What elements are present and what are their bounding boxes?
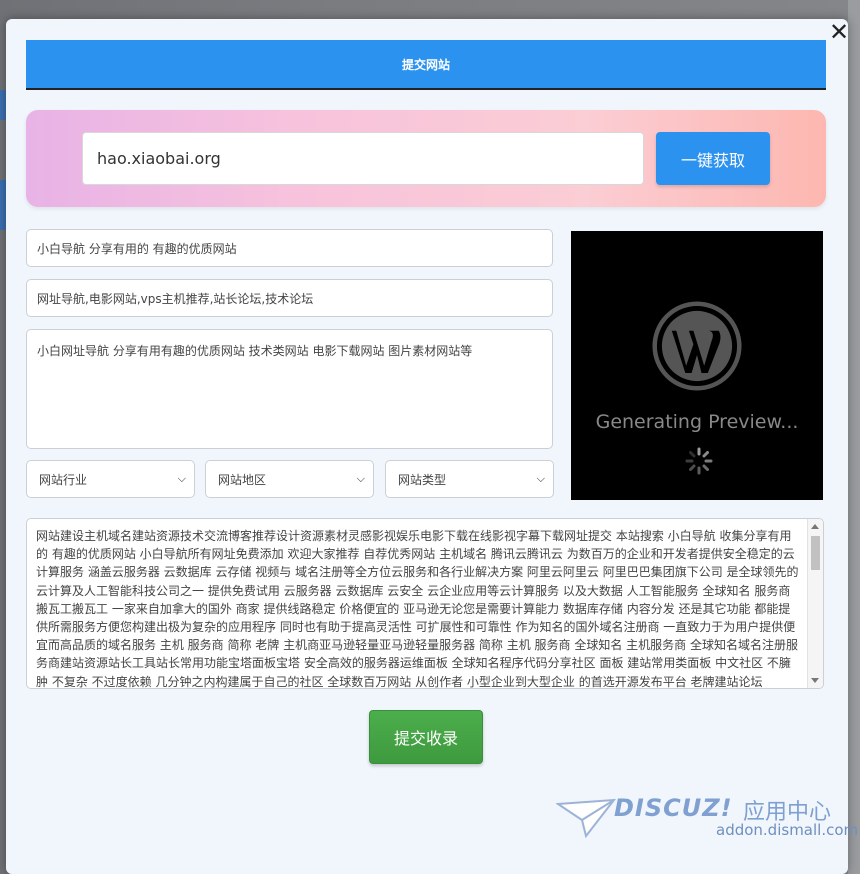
description-field[interactable]: 小白网址导航 分享有用有趣的优质网站 技术类网站 电影下载网站 图片素材网站等 <box>26 329 553 449</box>
submit-site-dialog: ✕ 提交网站 一键获取 小白网址导航 分享有用有趣的优质网站 技术类网站 电影下… <box>6 19 850 874</box>
content-text: 网站建设主机域名建站资源技术交流博客推荐设计资源素材灵感影视娱乐电影下载在线影视… <box>36 529 799 689</box>
type-select[interactable]: 网站类型 ⌵ <box>385 460 554 498</box>
industry-select-value: 网站行业 <box>39 472 88 487</box>
keywords-field[interactable] <box>26 279 553 317</box>
watermark: DISCUZ! 应用中心 addon.dismall.com <box>556 790 858 860</box>
content-scrollbar[interactable] <box>807 519 823 688</box>
preview-status: Generating Preview... <box>595 411 799 433</box>
backdrop-right <box>848 0 860 874</box>
scroll-thumb[interactable] <box>811 536 820 570</box>
watermark-brand: DISCUZ! <box>614 794 733 822</box>
site-title-field[interactable] <box>26 229 553 267</box>
region-select[interactable]: 网站地区 ⌵ <box>205 460 374 498</box>
type-select-value: 网站类型 <box>398 472 447 487</box>
content-textarea[interactable]: 网站建设主机域名建站资源技术交流博客推荐设计资源素材灵感影视娱乐电影下载在线影视… <box>26 518 824 689</box>
dialog-title-text: 提交网站 <box>401 57 450 72</box>
chevron-down-icon: ⌵ <box>536 472 545 485</box>
region-select-value: 网站地区 <box>218 472 267 487</box>
chevron-down-icon: ⌵ <box>177 472 186 485</box>
loading-spinner-icon <box>685 447 713 475</box>
fetch-panel: 一键获取 <box>26 110 826 207</box>
wordpress-logo-icon <box>652 301 742 391</box>
fetch-button[interactable]: 一键获取 <box>656 132 770 185</box>
site-preview: Generating Preview... <box>571 231 823 500</box>
scroll-down-icon[interactable] <box>811 678 819 683</box>
dialog-title: 提交网站 <box>26 40 826 90</box>
chevron-down-icon: ⌵ <box>356 472 365 485</box>
watermark-url: addon.dismall.com <box>716 821 859 839</box>
paper-plane-icon <box>556 798 616 839</box>
industry-select[interactable]: 网站行业 ⌵ <box>26 460 195 498</box>
url-input[interactable] <box>82 132 644 185</box>
submit-button[interactable]: 提交收录 <box>369 710 483 764</box>
close-icon[interactable]: ✕ <box>828 20 850 44</box>
scroll-up-icon[interactable] <box>811 524 819 529</box>
